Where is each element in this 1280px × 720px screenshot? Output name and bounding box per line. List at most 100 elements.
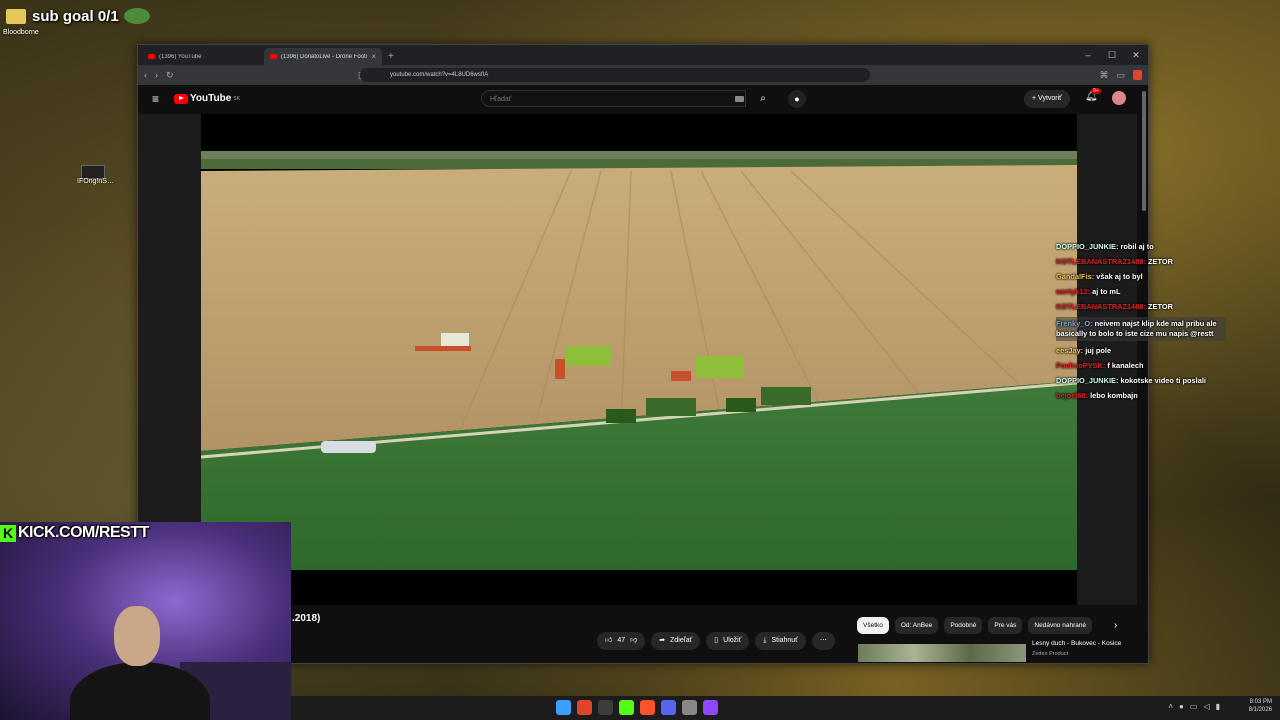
chat-text: ZETOR [1148,302,1173,311]
chat-message: GandalFis: však aj to byl [1056,272,1226,282]
recommendation-title[interactable]: Lesny duch - Bukovec - Kosice [1032,640,1121,647]
sub-goal-overlay: sub goal 0/1 [6,8,150,25]
more-button[interactable]: ⋯ [811,632,835,650]
search-input[interactable]: Hľadať [481,90,746,107]
youtube-logo[interactable]: YouTube SK [174,93,240,104]
system-tray: ˄ ● ▭ ◁ ▮ [1168,702,1220,711]
video-frame [201,151,1077,570]
window-controls: – ☐ ✕ [1076,45,1148,65]
like-count: 47 [617,637,626,644]
reload-icon[interactable]: ↻ [166,70,174,81]
chat-text: aj to mL [1092,287,1121,296]
chat-message: DOPPIO_JUNKIE: robil aj to [1056,242,1226,252]
chat-username: KOTLEBANASTRAZ1488: [1056,257,1146,266]
shortcut-label[interactable]: IFOng!nS… [77,178,114,185]
kick-logo-icon: K [0,524,16,542]
chat-text: ZETOR [1148,257,1173,266]
address-bar: ‹ › ↻ ▯ youtube.com/watch?v=4L8UD6wsfIA … [138,65,1148,85]
minimize-button[interactable]: – [1076,45,1100,65]
mic-icon[interactable]: ● [788,90,806,108]
keyboard-icon[interactable] [735,96,744,102]
chip-similar[interactable]: Podobné [944,617,983,634]
chip-recently-uploaded[interactable]: Nedávno nahrané [1028,617,1093,634]
cast-icon[interactable]: ▭ [1116,65,1125,85]
thumbs-up-icon: 👍︎ [605,637,613,644]
menu-icon[interactable]: ≡ [152,92,159,106]
recommendation-thumbnail[interactable] [858,644,1026,662]
page-scrollbar[interactable] [1142,91,1146,211]
chip-for-you[interactable]: Pre vás [988,617,1023,634]
recommendation-channel[interactable]: Zeden Product [1032,651,1068,657]
avatar[interactable] [1112,91,1126,105]
search-button[interactable]: ⌕ [750,90,776,107]
close-tab-icon[interactable]: × [371,52,376,61]
related-chips: Všetko Od: AnBee Podobné Pre vás Nedávno… [857,617,1093,634]
bookmark-icon: ▯ [714,637,719,644]
youtube-favicon-icon [148,54,155,59]
webcam-person-head [114,606,160,666]
shortcut-icon[interactable] [81,165,105,179]
windows-start-icon[interactable] [556,700,571,715]
frog-emote-icon [124,8,150,24]
chevron-up-icon[interactable]: ˄ [1168,702,1173,711]
brave-icon[interactable] [640,700,655,715]
discord-icon[interactable] [661,700,676,715]
folder-icon[interactable] [6,9,26,24]
save-button[interactable]: ▯ Uložiť [706,632,750,650]
mic-tray-icon[interactable]: ● [1179,702,1184,711]
video-title: .2018) [292,613,321,624]
chat-username: DOPPIO_JUNKIE: [1056,242,1119,251]
chevron-right-icon[interactable]: › [1114,620,1117,631]
clock-time: 8:03 PM [1249,699,1272,705]
app-icon[interactable] [598,700,613,715]
youtube-play-icon [174,93,188,104]
new-tab-button[interactable]: + [388,48,394,65]
volume-icon[interactable]: ◁ [1203,702,1209,711]
chat-text: juj pole [1085,346,1112,355]
twitch-icon[interactable] [703,700,718,715]
chat-message: Frenky_O: neivem najst klip kde mal prib… [1056,317,1226,341]
obs-icon[interactable] [682,700,697,715]
forward-icon[interactable]: › [155,70,158,80]
maps-icon[interactable] [577,700,592,715]
chat-text: kokotske video ti poslali [1120,376,1206,385]
save-label: Uložiť [723,637,742,644]
create-button[interactable]: + Vytvoriť [1024,90,1070,108]
clock-date: 8/1/2026 [1248,707,1272,713]
like-button[interactable]: 👍︎ 47 👎︎ [597,632,646,650]
brave-shield-icon[interactable] [1133,70,1142,80]
folder-label[interactable]: Bloodborne [3,29,39,36]
network-icon[interactable]: ▭ [1190,702,1198,711]
chip-from-channel[interactable]: Od: AnBee [894,617,939,634]
back-icon[interactable]: ‹ [144,70,147,80]
maximize-button[interactable]: ☐ [1100,45,1124,65]
clock[interactable]: 8:03 PM 8/1/2026 [1249,698,1272,714]
close-window-button[interactable]: ✕ [1124,45,1148,65]
chat-message: KOTLEBANASTRAZ1488: ZETOR [1056,257,1226,267]
notifications-bell-icon[interactable]: 🔔︎ 9+ [1085,88,1101,102]
stream-chat: DOPPIO_JUNKIE: robil aj to KOTLEBANASTRA… [1056,242,1226,406]
webcam-overlay [0,522,291,720]
translate-icon[interactable]: ⌘ [1099,65,1108,85]
video-player[interactable] [201,114,1077,605]
tab-donatolive[interactable]: (1396) DonatoLive - Drone Footi… × [264,48,382,65]
taskbar: ˄ ● ▭ ◁ ▮ 8:03 PM 8/1/2026 [291,696,1280,720]
url-field[interactable]: youtube.com/watch?v=4L8UD6wsfIA [360,68,870,82]
kick-url: KICK.COM/RESTT [18,524,149,541]
video-actions: 👍︎ 47 👎︎ ➦ Zdieľať ▯ Uložiť ⤓ Stiahnuť ⋯ [597,632,835,650]
thumbs-down-icon[interactable]: 👎︎ [630,632,637,650]
tab-label: (1396) YouTube [159,53,202,60]
download-icon: ⤓ [763,637,767,644]
download-button[interactable]: ⤓ Stiahnuť [755,632,806,650]
toolbar-right: ⌘ ▭ [1099,65,1142,85]
share-button[interactable]: ➦ Zdieľať [651,632,701,650]
kick-overlay: K KICK.COM/RESTT [0,524,149,542]
kick-app-icon[interactable] [619,700,634,715]
chat-username: Frenky_O: [1056,319,1093,328]
chat-username: PochvoPYSK: [1056,361,1106,370]
chip-all[interactable]: Všetko [857,617,889,634]
tab-youtube[interactable]: (1396) YouTube [142,48,260,65]
youtube-favicon-icon [270,54,277,59]
chat-username: wertyk12: [1056,287,1091,296]
battery-icon[interactable]: ▮ [1216,702,1220,711]
